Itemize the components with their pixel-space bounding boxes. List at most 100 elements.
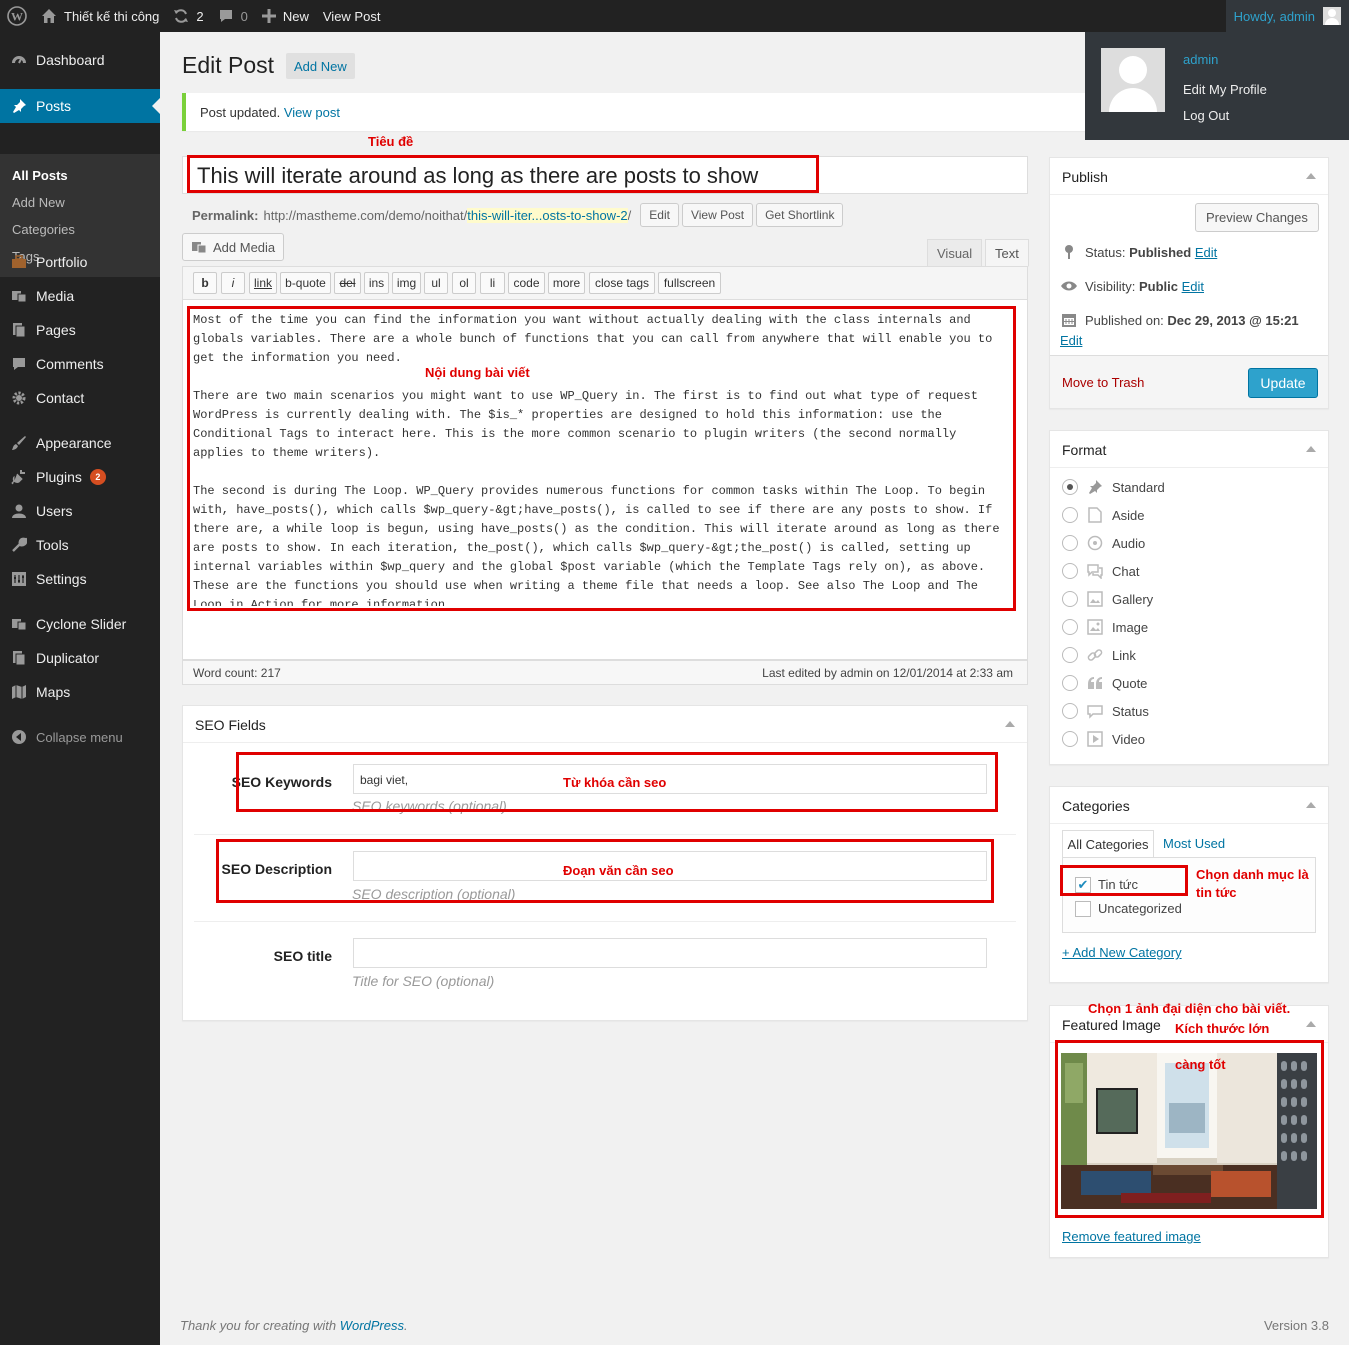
notice-view-post-link[interactable]: View post: [284, 105, 340, 120]
toggle-arrow-icon[interactable]: [1306, 446, 1316, 452]
add-new-category-link[interactable]: + Add New Category: [1062, 945, 1182, 960]
sidebar-item-comments[interactable]: Comments: [0, 347, 160, 381]
quicktag-li[interactable]: li: [480, 272, 505, 294]
visibility-edit-link[interactable]: Edit: [1182, 279, 1204, 294]
comments-link[interactable]: 0: [211, 0, 255, 32]
toggle-arrow-icon[interactable]: [1306, 802, 1316, 808]
admin-bar: W Thiết kế thi công 2 0 New View Post Ho…: [0, 0, 1349, 32]
format-radio-status[interactable]: [1062, 703, 1078, 719]
my-account-menu[interactable]: Howdy, admin: [1225, 0, 1349, 32]
sidebar-item-cyclone-slider[interactable]: Cyclone Slider: [0, 607, 160, 641]
sidebar-label: Comments: [36, 356, 104, 372]
format-radio-audio[interactable]: [1062, 535, 1078, 551]
username-link[interactable]: admin: [1183, 52, 1218, 67]
quicktag-ins[interactable]: ins: [364, 272, 389, 294]
format-radio-video[interactable]: [1062, 731, 1078, 747]
footer-wordpress-link[interactable]: WordPress: [340, 1318, 404, 1333]
toggle-arrow-icon[interactable]: [1306, 1021, 1316, 1027]
logout-link[interactable]: Log Out: [1183, 108, 1229, 123]
status-label: Status:: [1085, 245, 1126, 260]
sidebar-item-settings[interactable]: Settings: [0, 562, 160, 596]
view-post-link[interactable]: View Post: [316, 0, 388, 32]
add-new-post-button[interactable]: Add New: [286, 53, 355, 79]
published-edit-link[interactable]: Edit: [1060, 333, 1082, 348]
sidebar-item-media[interactable]: Media: [0, 279, 160, 313]
submenu-all-posts[interactable]: All Posts: [12, 168, 68, 183]
quicktag-fullscreen[interactable]: fullscreen: [658, 272, 721, 294]
sidebar-item-contact[interactable]: Contact: [0, 381, 160, 415]
quicktag-bold[interactable]: b: [193, 272, 217, 294]
sidebar-item-posts[interactable]: Posts: [0, 89, 160, 123]
format-label-video: Video: [1112, 732, 1146, 747]
permalink-slug[interactable]: this-will-iter...osts-to-show-2: [467, 207, 628, 223]
sidebar-item-plugins[interactable]: Plugins 2: [0, 460, 160, 494]
quicktag-bquote[interactable]: b-quote: [280, 272, 331, 294]
permalink-edit-button[interactable]: Edit: [640, 203, 679, 227]
format-radio-standard[interactable]: [1062, 479, 1078, 495]
sidebar-label: Posts: [36, 98, 72, 114]
add-media-button[interactable]: Add Media: [182, 233, 285, 261]
toggle-arrow-icon[interactable]: [1306, 173, 1316, 179]
tab-most-used[interactable]: Most Used: [1163, 836, 1225, 851]
seo-title-input[interactable]: [353, 938, 987, 968]
new-content-link[interactable]: New: [255, 0, 316, 32]
tab-text[interactable]: Text: [985, 239, 1029, 267]
update-button[interactable]: Update: [1248, 368, 1318, 398]
sidebar-item-maps[interactable]: Maps: [0, 675, 160, 709]
format-radio-aside[interactable]: [1062, 507, 1078, 523]
updates-link[interactable]: 2: [166, 0, 210, 32]
get-shortlink-button[interactable]: Get Shortlink: [756, 203, 844, 227]
format-radio-image[interactable]: [1062, 619, 1078, 635]
sidebar-label: Tools: [36, 537, 69, 553]
format-radio-quote[interactable]: [1062, 675, 1078, 691]
quicktag-del[interactable]: del: [334, 272, 361, 294]
tab-all-categories[interactable]: All Categories: [1062, 830, 1154, 858]
publish-heading: Publish: [1050, 158, 1328, 195]
category-checkbox-uncategorized[interactable]: [1075, 901, 1091, 917]
media-icon: [192, 242, 207, 254]
sidebar-item-duplicator[interactable]: Duplicator: [0, 641, 160, 675]
format-radio-link[interactable]: [1062, 647, 1078, 663]
format-label-image: Image: [1112, 620, 1149, 635]
quicktag-more[interactable]: more: [548, 272, 585, 294]
quicktag-link[interactable]: link: [249, 272, 277, 294]
seo-fields-heading: SEO Fields: [183, 706, 1027, 743]
format-radio-chat[interactable]: [1062, 563, 1078, 579]
move-to-trash-link[interactable]: Move to Trash: [1062, 375, 1144, 390]
format-radio-gallery[interactable]: [1062, 591, 1078, 607]
wordpress-logo-icon[interactable]: W: [0, 0, 34, 32]
quicktag-ol[interactable]: ol: [452, 272, 476, 294]
quicktag-ul[interactable]: ul: [424, 272, 448, 294]
edit-profile-link[interactable]: Edit My Profile: [1183, 82, 1267, 97]
site-name-link[interactable]: Thiết kế thi công: [34, 0, 166, 32]
view-post-button[interactable]: View Post: [681, 203, 754, 227]
pin-icon: [10, 97, 28, 115]
toggle-arrow-icon[interactable]: [1005, 721, 1015, 727]
status-value: Published: [1129, 245, 1192, 260]
tab-visual[interactable]: Visual: [927, 239, 983, 267]
collapse-menu-button[interactable]: Collapse menu: [0, 720, 160, 754]
sidebar-item-tools[interactable]: Tools: [0, 528, 160, 562]
remove-featured-image-link[interactable]: Remove featured image: [1062, 1229, 1201, 1244]
plug-icon: [10, 468, 28, 486]
quicktag-code[interactable]: code: [508, 272, 545, 294]
comments-count: 0: [240, 8, 248, 24]
format-label-standard: Standard: [1112, 480, 1165, 495]
sidebar-item-pages[interactable]: Pages: [0, 313, 160, 347]
format-label-link: Link: [1112, 648, 1136, 663]
submenu-add-new[interactable]: Add New: [12, 195, 65, 210]
media-icon: [10, 287, 28, 305]
sidebar-item-dashboard[interactable]: Dashboard: [0, 43, 160, 77]
sidebar-label: Dashboard: [36, 52, 105, 68]
sidebar-item-appearance[interactable]: Appearance: [0, 426, 160, 460]
quicktag-img[interactable]: img: [392, 272, 421, 294]
quicktag-italic[interactable]: i: [221, 272, 245, 294]
submenu-categories[interactable]: Categories: [12, 222, 75, 237]
sidebar-item-users[interactable]: Users: [0, 494, 160, 528]
sidebar-item-portfolio[interactable]: Portfolio: [0, 245, 160, 279]
quicktag-close-tags[interactable]: close tags: [589, 272, 655, 294]
sidebar-label: Pages: [36, 322, 76, 338]
status-edit-link[interactable]: Edit: [1195, 245, 1217, 260]
svg-text:W: W: [11, 10, 23, 24]
preview-changes-button[interactable]: Preview Changes: [1195, 203, 1319, 232]
